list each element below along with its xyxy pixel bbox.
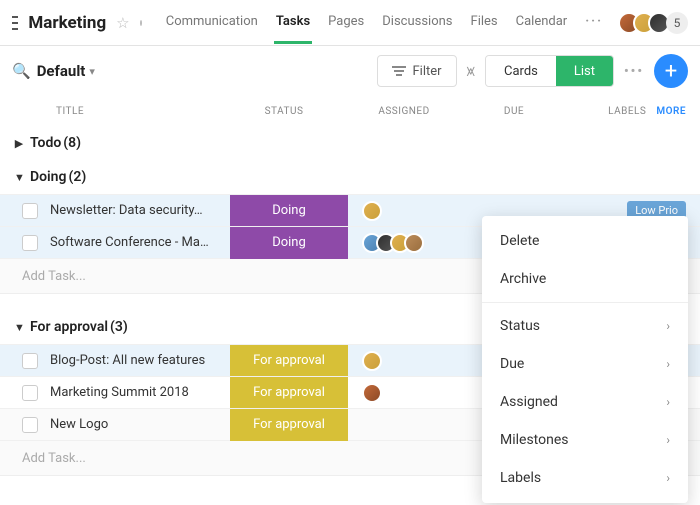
search-icon[interactable]: 🔍 xyxy=(12,62,31,80)
assignees[interactable] xyxy=(348,351,468,371)
menu-item-due[interactable]: Due › xyxy=(482,345,688,383)
status-dot xyxy=(140,20,142,26)
task-title[interactable]: Blog-Post: All new features xyxy=(50,353,230,368)
group-name: For approval xyxy=(30,319,108,335)
tab-calendar[interactable]: Calendar xyxy=(514,2,570,44)
menu-item-label: Archive xyxy=(500,271,546,287)
column-headers: TITLE STATUS ASSIGNED DUE LABELS MORE xyxy=(0,96,700,126)
col-labels[interactable]: LABELS xyxy=(564,106,656,117)
filter-label: Filter xyxy=(412,64,441,79)
task-title[interactable]: New Logo xyxy=(50,417,230,432)
group-header[interactable]: ▶ Todo (8) xyxy=(0,126,700,160)
caret-down-icon: ▼ xyxy=(14,321,24,334)
menu-item-label: Status xyxy=(500,318,540,334)
status-pill[interactable]: For approval xyxy=(230,345,348,377)
menu-separator xyxy=(482,302,688,303)
menu-item-archive[interactable]: Archive xyxy=(482,260,688,298)
status-pill[interactable]: For approval xyxy=(230,377,348,409)
menu-item-label: Milestones xyxy=(500,432,569,448)
col-status[interactable]: STATUS xyxy=(224,106,344,117)
col-due[interactable]: DUE xyxy=(464,106,564,117)
top-bar: Marketing ☆ Communication Tasks Pages Di… xyxy=(0,0,700,46)
chevron-right-icon: › xyxy=(666,319,670,333)
tab-communication[interactable]: Communication xyxy=(164,2,260,44)
assignees[interactable] xyxy=(348,383,468,403)
status-pill[interactable]: Doing xyxy=(230,195,348,227)
status-pill[interactable]: Doing xyxy=(230,227,348,259)
menu-item-status[interactable]: Status › xyxy=(482,307,688,345)
menu-icon[interactable] xyxy=(12,16,18,30)
filter-icon xyxy=(392,64,406,78)
chevron-right-icon: › xyxy=(666,433,670,447)
page-title: Marketing xyxy=(28,13,106,33)
task-title[interactable]: Newsletter: Data security… xyxy=(50,203,230,218)
menu-item-assigned[interactable]: Assigned › xyxy=(482,383,688,421)
row-checkbox[interactable] xyxy=(22,203,38,219)
menu-item-labels[interactable]: Labels › xyxy=(482,459,688,497)
more-actions-icon[interactable]: ••• xyxy=(624,64,644,79)
avatar xyxy=(362,201,382,221)
member-avatars[interactable]: 5 xyxy=(625,12,688,34)
view-name[interactable]: Default xyxy=(37,62,86,80)
group-count: (2) xyxy=(68,169,86,185)
view-list-button[interactable]: List xyxy=(556,56,613,86)
task-title[interactable]: Marketing Summit 2018 xyxy=(50,385,230,400)
context-menu: DeleteArchiveStatus›Due›Assigned›Milesto… xyxy=(482,216,688,503)
chevron-right-icon: › xyxy=(666,471,670,485)
star-icon[interactable]: ☆ xyxy=(116,14,129,32)
menu-item-delete[interactable]: Delete xyxy=(482,222,688,260)
activity-icon[interactable]: ⩙ xyxy=(467,62,475,80)
add-button[interactable]: + xyxy=(654,54,688,88)
menu-item-label: Labels xyxy=(500,470,541,486)
avatar xyxy=(404,233,424,253)
col-assigned[interactable]: ASSIGNED xyxy=(344,106,464,117)
view-cards-button[interactable]: Cards xyxy=(486,56,556,86)
avatar xyxy=(362,383,382,403)
caret-right-icon: ▶ xyxy=(14,137,24,150)
group-name: Todo xyxy=(30,135,61,151)
row-checkbox[interactable] xyxy=(22,417,38,433)
menu-item-milestones[interactable]: Milestones › xyxy=(482,421,688,459)
task-title[interactable]: Software Conference - Ma… xyxy=(50,235,230,250)
group-count: (8) xyxy=(63,135,81,151)
chevron-right-icon: › xyxy=(666,357,670,371)
avatar-count: 5 xyxy=(666,12,688,34)
group-header[interactable]: ▼ Doing (2) xyxy=(0,160,700,194)
col-more[interactable]: MORE xyxy=(656,106,686,117)
caret-down-icon: ▼ xyxy=(14,171,24,184)
row-checkbox[interactable] xyxy=(22,235,38,251)
menu-item-label: Assigned xyxy=(500,394,558,410)
tab-pages[interactable]: Pages xyxy=(326,2,366,44)
menu-item-label: Due xyxy=(500,356,524,372)
toolbar: 🔍 Default ▾ Filter ⩙ Cards List ••• + xyxy=(0,46,700,96)
chevron-right-icon: › xyxy=(666,395,670,409)
tab-discussions[interactable]: Discussions xyxy=(380,2,454,44)
tab-more-icon[interactable]: ··· xyxy=(583,2,605,44)
row-checkbox[interactable] xyxy=(22,353,38,369)
group-name: Doing xyxy=(30,169,66,185)
chevron-down-icon[interactable]: ▾ xyxy=(89,65,95,78)
assignees[interactable] xyxy=(348,201,468,221)
status-pill[interactable]: For approval xyxy=(230,409,348,441)
filter-button[interactable]: Filter xyxy=(377,55,456,87)
tab-files[interactable]: Files xyxy=(469,2,500,44)
menu-item-label: Delete xyxy=(500,233,539,249)
row-checkbox[interactable] xyxy=(22,385,38,401)
view-toggle: Cards List xyxy=(485,55,614,87)
tab-tasks[interactable]: Tasks xyxy=(274,2,312,44)
group-count: (3) xyxy=(110,319,128,335)
nav-tabs: Communication Tasks Pages Discussions Fi… xyxy=(164,2,605,44)
avatar xyxy=(362,351,382,371)
assignees[interactable] xyxy=(348,233,468,253)
col-title[interactable]: TITLE xyxy=(14,106,224,117)
